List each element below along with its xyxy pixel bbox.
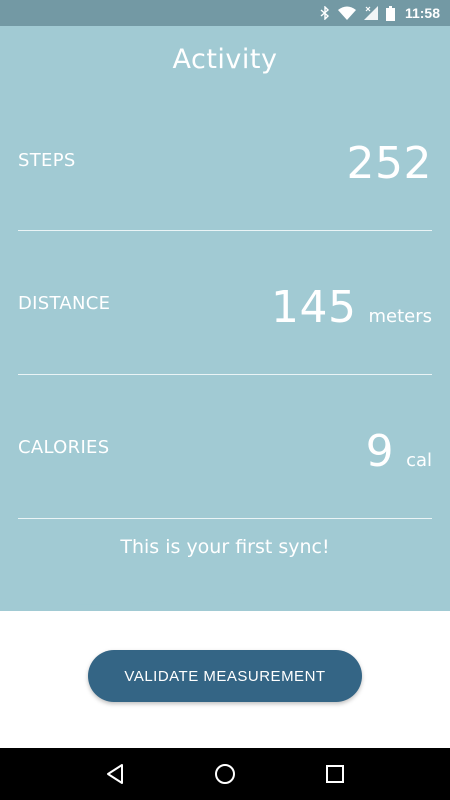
back-button[interactable] [95,754,135,794]
home-button[interactable] [205,754,245,794]
distance-value: 145 meters [271,282,432,333]
system-nav-bar [0,748,450,800]
divider [18,518,432,519]
bluetooth-icon [320,6,330,20]
calories-value: 9 cal [366,426,432,477]
home-icon [215,764,235,784]
wifi-icon [337,6,356,20]
back-icon [107,764,123,784]
distance-number: 145 [270,282,357,333]
calories-label: CALORIES [18,437,110,458]
status-bar: 11:58 [0,0,450,26]
validate-measurement-button[interactable]: VALIDATE MEASUREMENT [88,650,362,702]
distance-label: DISTANCE [18,293,111,314]
signal-icon [363,6,378,20]
calories-unit: cal [406,450,432,471]
wave-divider [0,570,450,605]
page-title: Activity [172,44,278,75]
divider [18,230,432,231]
steps-value: 252 [347,138,432,189]
battery-icon [385,5,395,21]
divider [18,374,432,375]
sync-message: This is your first sync! [120,536,330,558]
recents-button[interactable] [315,754,355,794]
calories-number: 9 [365,426,395,477]
status-time: 11:58 [404,5,440,21]
distance-unit: meters [368,306,432,327]
steps-label: STEPS [18,150,76,171]
steps-number: 252 [346,138,432,189]
recents-icon [326,765,344,783]
